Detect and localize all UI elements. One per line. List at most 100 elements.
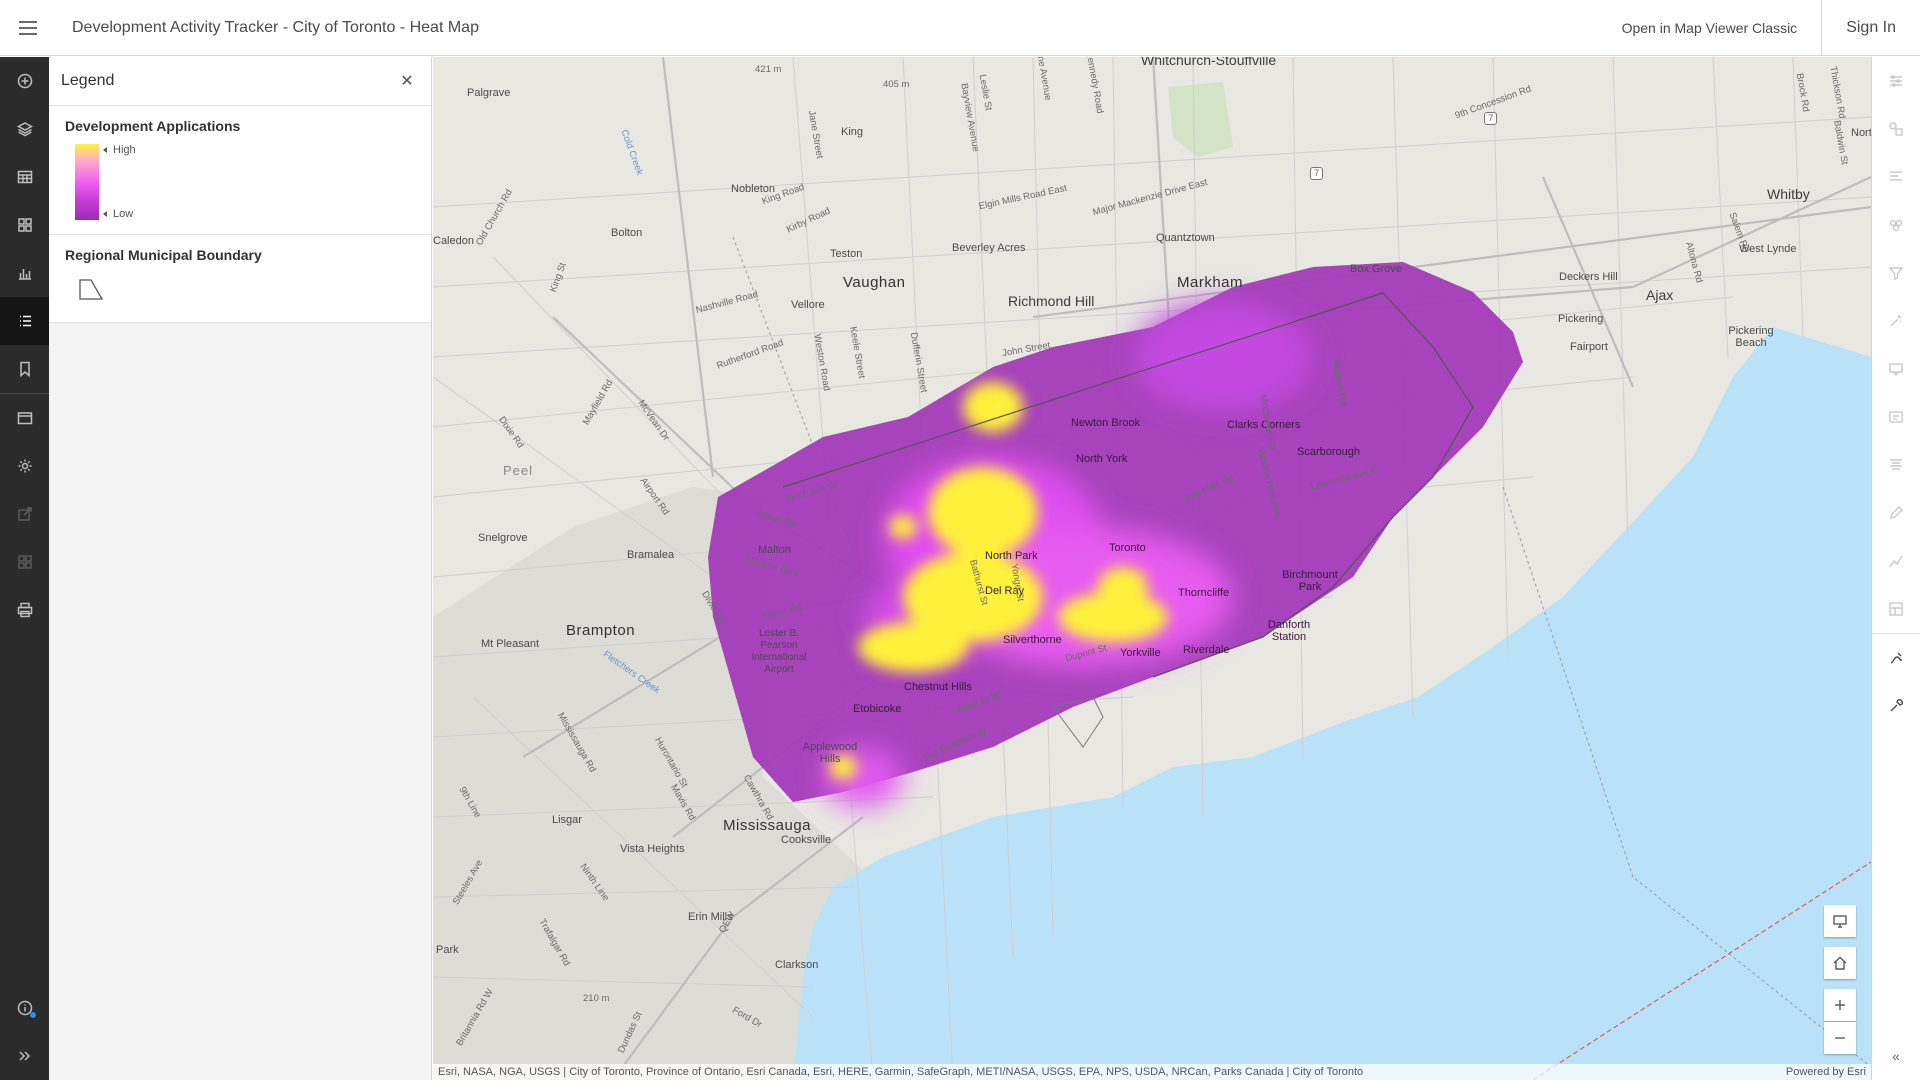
grid-icon	[17, 555, 32, 569]
bar-chart-icon	[18, 269, 31, 280]
legend-list-icon	[19, 315, 31, 327]
map-place-label: Whitchurch-Stouffville	[1141, 57, 1277, 68]
map-place-label: Thorncliffe	[1178, 587, 1230, 599]
charts-action[interactable]	[0, 249, 49, 297]
zoom-in-button[interactable]	[1824, 989, 1856, 1021]
layers-icon	[16, 122, 33, 137]
legend-layer-boundary: Regional Municipal Boundary	[49, 235, 431, 323]
home-icon	[1833, 956, 1847, 970]
sign-in-button[interactable]: Sign In	[1821, 0, 1920, 56]
layout-action[interactable]	[1872, 585, 1920, 633]
map-place-label: King	[841, 126, 864, 138]
map-place-label: North Park	[985, 550, 1038, 562]
map-view[interactable]: Whitchurch-Stouffville Palgrave King Nob…	[433, 57, 1871, 1080]
expand-action-bar[interactable]	[0, 1032, 49, 1080]
map-place-label: Palgrave	[467, 87, 511, 99]
action-bar-bottom	[0, 984, 49, 1080]
map-attribution: Esri, NASA, NGA, USGS | City of Toronto,…	[433, 1064, 1871, 1080]
spot-height-label: 405 m	[883, 79, 910, 90]
alignment-action[interactable]	[1872, 441, 1920, 489]
map-place-label: Scarborough	[1297, 446, 1360, 458]
open-classic-link[interactable]: Open in Map Viewer Classic	[1598, 0, 1822, 56]
layers-action[interactable]	[0, 105, 49, 153]
effects-action[interactable]	[1872, 297, 1920, 345]
table-icon	[17, 170, 32, 184]
map-properties-action[interactable]	[0, 394, 49, 442]
map-place-label: Applewood Hills	[802, 741, 858, 765]
bookmarks-action[interactable]	[0, 345, 49, 393]
gear-icon	[18, 459, 31, 473]
map-place-label: Birchmount Park	[1282, 569, 1338, 593]
fields-action[interactable]	[1872, 153, 1920, 201]
basemap-grid-icon	[17, 218, 32, 232]
left-action-bar	[0, 57, 49, 1080]
menu-button[interactable]	[0, 0, 56, 56]
analysis-action[interactable]	[1872, 537, 1920, 585]
measure-action[interactable]	[1872, 682, 1920, 730]
embed-action[interactable]	[0, 538, 49, 586]
cluster-action[interactable]	[1872, 201, 1920, 249]
about-action[interactable]	[0, 984, 49, 1032]
home-button[interactable]	[1824, 947, 1856, 979]
panel-header: Legend ✕	[49, 57, 431, 106]
share-action[interactable]	[0, 490, 49, 538]
map-place-label: Newton Brook	[1071, 417, 1141, 429]
tables-action[interactable]	[0, 153, 49, 201]
filter-action[interactable]	[1872, 249, 1920, 297]
map-place-label: Richmond Hill	[1008, 293, 1095, 309]
pencil-icon	[1890, 506, 1903, 519]
add-layer-action[interactable]	[0, 57, 49, 105]
styles-action[interactable]	[1872, 105, 1920, 153]
map-place-label: Clarkson	[775, 959, 819, 971]
legend-action[interactable]	[0, 297, 49, 345]
align-icon	[1890, 459, 1902, 470]
properties-action[interactable]	[1872, 57, 1920, 105]
map-place-label: Snelgrove	[478, 532, 528, 544]
close-panel-button[interactable]: ✕	[395, 69, 419, 93]
map-place-label: Riverdale	[1183, 644, 1230, 656]
effects-icon	[1890, 315, 1902, 327]
cluster-icon	[1889, 219, 1903, 232]
map-place-label: Lester B. Pearson International Airport	[751, 628, 807, 675]
chevron-double-right-icon	[18, 1051, 30, 1061]
label-icon	[1889, 411, 1903, 423]
highway-shield: 7	[1484, 112, 1498, 125]
filter-icon	[1888, 267, 1904, 280]
legend-panel: Legend ✕ Development Applications High L…	[49, 57, 432, 1080]
labels-action[interactable]	[1872, 393, 1920, 441]
print-action[interactable]	[0, 586, 49, 634]
map-place-label: Beverley Acres	[952, 242, 1026, 254]
map-place-label: Etobicoke	[853, 703, 902, 715]
map-place-label: Whitby	[1767, 186, 1810, 202]
spot-height-label: 210 m	[583, 993, 610, 1004]
basemap	[433, 57, 1871, 1080]
collapse-right-bar[interactable]: «	[1872, 1032, 1920, 1080]
heat-ramp-legend: High Low	[75, 144, 415, 220]
share-icon	[17, 507, 32, 521]
print-icon	[17, 602, 32, 618]
sketch-action[interactable]	[1872, 489, 1920, 537]
map-place-label: Peel	[503, 463, 534, 478]
legend-layer-title: Development Applications	[65, 118, 241, 134]
close-icon: ✕	[400, 73, 414, 90]
attribution-text: Esri, NASA, NGA, USGS | City of Toronto,…	[438, 1066, 1364, 1078]
zoom-out-button[interactable]	[1824, 1022, 1856, 1054]
sketch-tool-action[interactable]	[1872, 634, 1920, 682]
polygon-symbol-icon	[79, 279, 104, 300]
map-place-label: Park	[436, 944, 459, 956]
settings-action[interactable]	[0, 442, 49, 490]
powered-by-esri[interactable]: Powered by Esri	[1786, 1066, 1866, 1078]
map-place-label: Caledon	[433, 235, 474, 247]
ramp-high: High	[103, 144, 136, 156]
header-actions: Open in Map Viewer Classic Sign In	[1598, 0, 1920, 56]
draw-icon	[1890, 652, 1903, 664]
map-place-label: Lisgar	[552, 814, 582, 826]
map-place-label: Ajax	[1646, 287, 1674, 303]
legend-layer-title: Regional Municipal Boundary	[65, 247, 262, 263]
popup-icon	[1889, 363, 1903, 377]
map-screenshot-button[interactable]	[1824, 905, 1856, 937]
popups-action[interactable]	[1872, 345, 1920, 393]
plus-icon	[1835, 1000, 1845, 1010]
basemap-action[interactable]	[0, 201, 49, 249]
hamburger-icon	[19, 19, 37, 37]
